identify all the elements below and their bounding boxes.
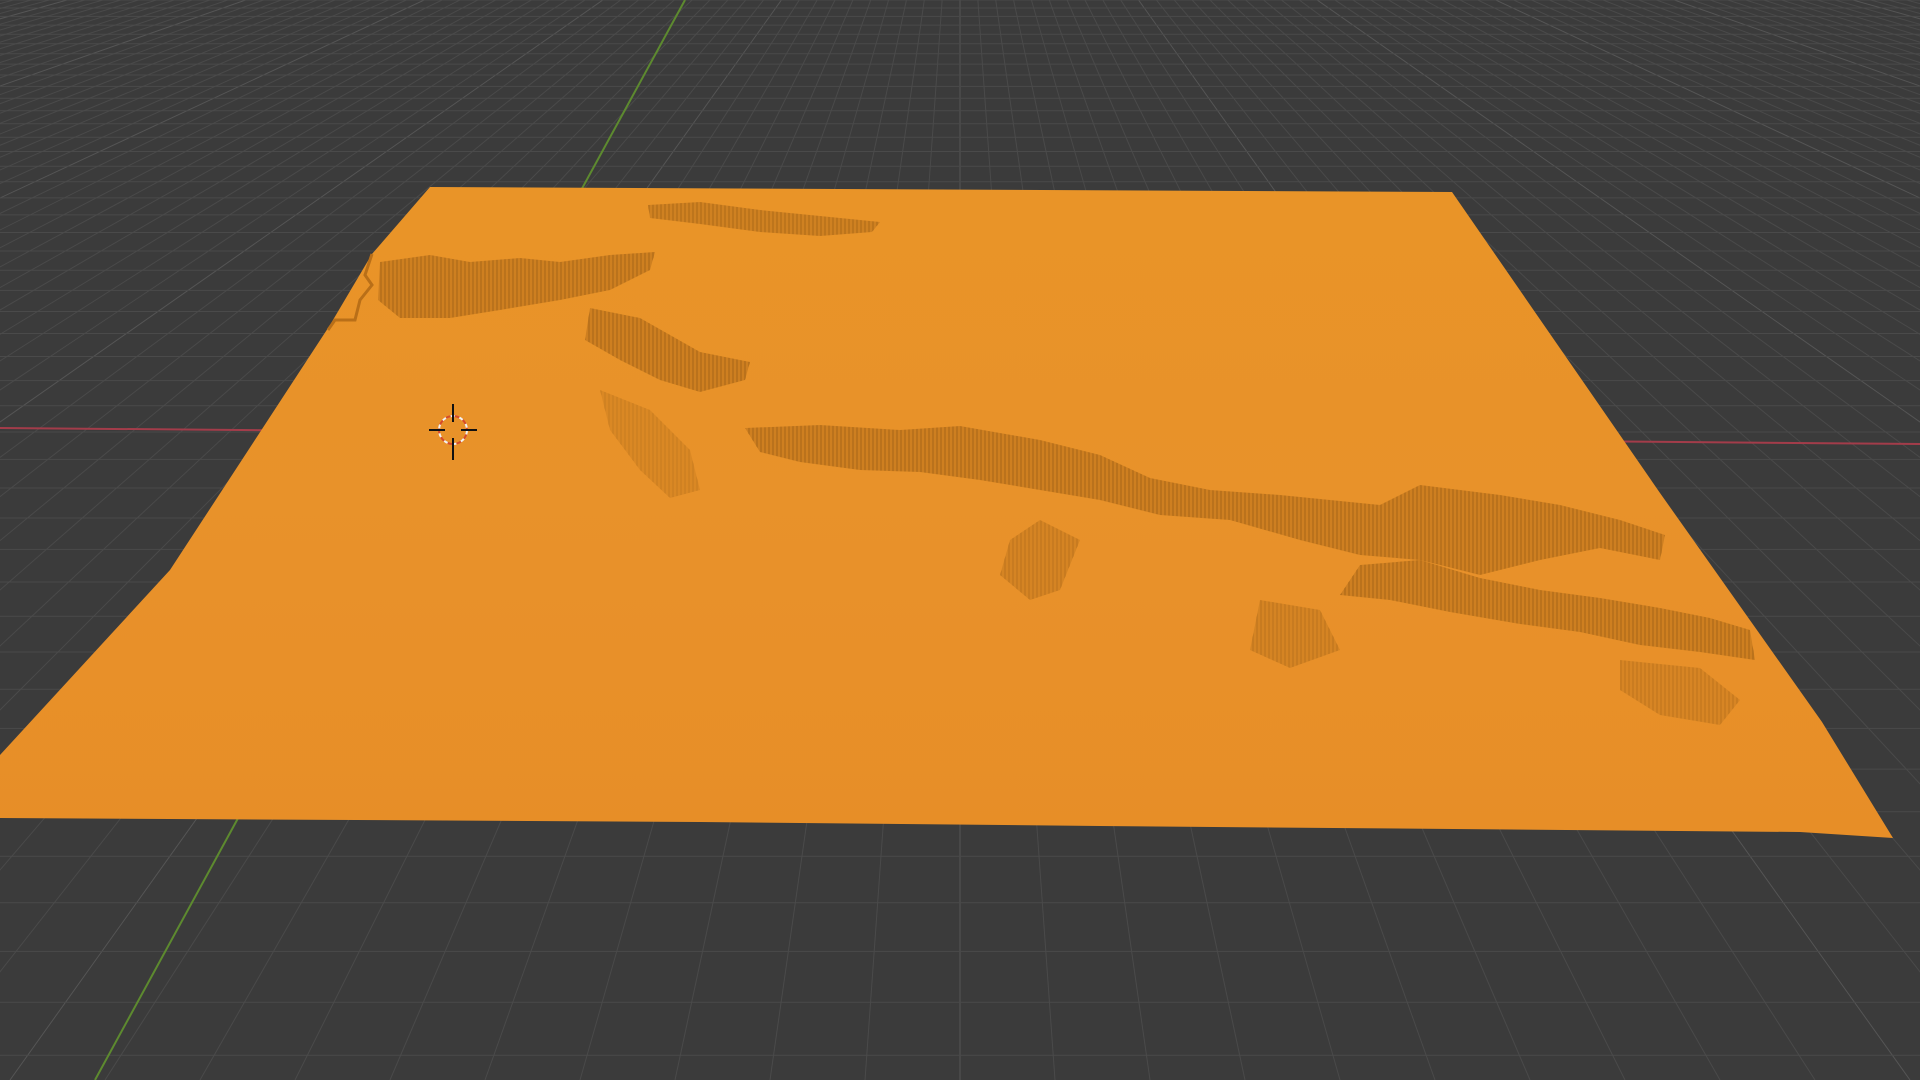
grid-line [0, 0, 176, 56]
grid-line [1779, 0, 1920, 43]
grid-line [1744, 0, 1920, 56]
grid-line [0, 0, 34, 9]
grid-line [0, 0, 52, 15]
grid-line [1851, 0, 1920, 20]
viewport-canvas[interactable] [0, 0, 1920, 1080]
grid-line [1761, 0, 1920, 50]
grid-line [0, 0, 20, 1080]
grid-line [1690, 0, 1920, 79]
grid-line [0, 0, 69, 20]
grid-line [1868, 0, 1920, 15]
grid-line [1886, 0, 1920, 9]
grid-line [1726, 0, 1920, 64]
grid-line [0, 0, 105, 31]
grid-line [1904, 0, 1920, 5]
grid-line [1901, 0, 1920, 1080]
grid-line [0, 0, 141, 43]
grid-line [0, 0, 16, 5]
grid-line [0, 0, 159, 50]
grid-line [1815, 0, 1920, 31]
3d-viewport[interactable] [0, 0, 1920, 1080]
grid-line [1708, 0, 1920, 71]
